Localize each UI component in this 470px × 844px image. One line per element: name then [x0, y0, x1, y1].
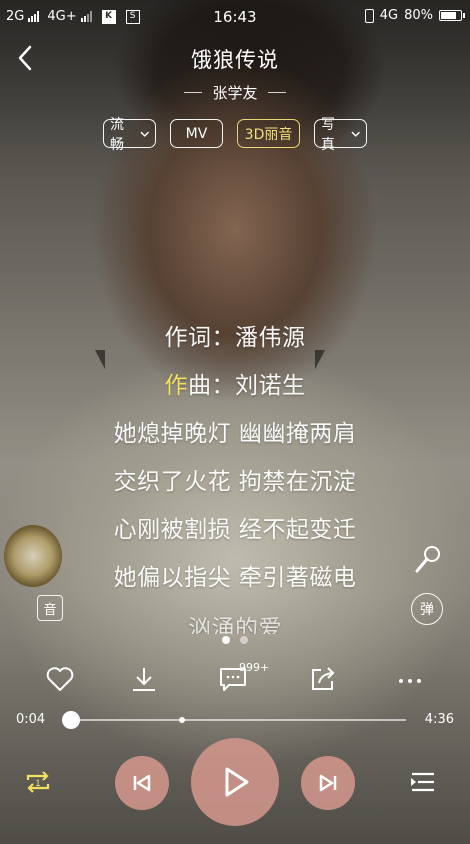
- lyric-line: 她熄掉晚灯 幽幽掩两肩: [113, 421, 357, 447]
- next-icon: [319, 774, 337, 792]
- progress-bar: 0:04 4:36: [0, 708, 470, 730]
- seek-marker: [178, 717, 185, 723]
- vibrate-icon: [364, 8, 374, 23]
- battery-percent: 80%: [404, 8, 433, 23]
- audio-effect-button[interactable]: 音: [37, 595, 63, 621]
- lyric-line-current: 作曲：刘诺生: [0, 366, 470, 414]
- 3d-sound-label: 3D丽音: [244, 126, 293, 143]
- play-icon: [225, 767, 249, 797]
- audio-effect-label: 音: [43, 602, 57, 618]
- lyric-line: 交织了火花 拘禁在沉淀: [113, 469, 357, 495]
- page-indicator: [0, 636, 470, 644]
- divider-right: [267, 92, 286, 93]
- lyrics-panel[interactable]: 作词：潘伟源 作曲：刘诺生 她熄掉晚灯 幽幽掩两肩 交织了火花 拘禁在沉淀 心刚…: [0, 318, 470, 634]
- danmu-button[interactable]: 弹: [411, 593, 443, 625]
- current-time: 0:04: [16, 712, 46, 727]
- page-dot-active: [222, 636, 230, 644]
- song-title: 饿狼传说: [191, 48, 279, 72]
- quality-tags: 流畅 MV 3D丽音 写真: [0, 117, 470, 153]
- status-right: 4G 80%: [364, 8, 465, 23]
- quality-label: 流畅: [110, 116, 124, 153]
- mv-button[interactable]: MV: [170, 119, 223, 148]
- battery-fill: [441, 12, 456, 19]
- page-dot: [240, 636, 248, 644]
- action-bar: [0, 663, 470, 699]
- next-button[interactable]: [301, 756, 355, 810]
- mv-label: MV: [185, 125, 208, 142]
- 3d-sound-button[interactable]: 3D丽音: [237, 119, 300, 148]
- download-icon[interactable]: [128, 663, 160, 695]
- chevron-down-icon: [350, 131, 360, 137]
- seek-track[interactable]: [61, 711, 406, 729]
- lyric-line: 心刚被割损 经不起变迁: [113, 517, 357, 543]
- playlist-icon[interactable]: [406, 766, 438, 798]
- danmu-label: 弹: [420, 602, 434, 618]
- prev-icon: [133, 774, 151, 792]
- repeat-icon[interactable]: 1: [22, 766, 54, 798]
- svg-text:1: 1: [35, 778, 40, 788]
- artist-name[interactable]: 张学友: [212, 82, 257, 103]
- prev-button[interactable]: [115, 756, 169, 810]
- lyric-line: 她偏以指尖 牵引著磁电: [113, 565, 357, 591]
- battery-icon: [439, 10, 465, 21]
- lyric-line: 汹涌的爱: [188, 616, 282, 634]
- lyric-rest: 曲：刘诺生: [188, 373, 306, 399]
- playback-controls: 1: [0, 738, 470, 832]
- photo-dropdown[interactable]: 写真: [314, 117, 367, 153]
- photo-label: 写真: [321, 116, 335, 153]
- microphone-icon[interactable]: [412, 544, 442, 576]
- artist-row: 张学友: [0, 82, 470, 103]
- seek-knob[interactable]: [61, 711, 80, 729]
- comment-count-badge: 999+: [239, 661, 270, 674]
- lyric-highlight: 作: [164, 373, 188, 399]
- more-icon[interactable]: [394, 663, 426, 695]
- chevron-down-icon: [139, 131, 149, 137]
- status-bar: 2G 4G+ K S 16:43 4G 80%: [0, 0, 470, 34]
- heart-icon[interactable]: [44, 663, 76, 695]
- lyric-line: 作词：潘伟源: [164, 325, 306, 351]
- share-icon[interactable]: [307, 663, 339, 695]
- quality-dropdown[interactable]: 流畅: [103, 117, 156, 153]
- duration: 4:36: [424, 712, 454, 727]
- divider-left: [184, 92, 203, 93]
- play-button[interactable]: [191, 738, 279, 826]
- network-label-3: 4G: [379, 8, 399, 23]
